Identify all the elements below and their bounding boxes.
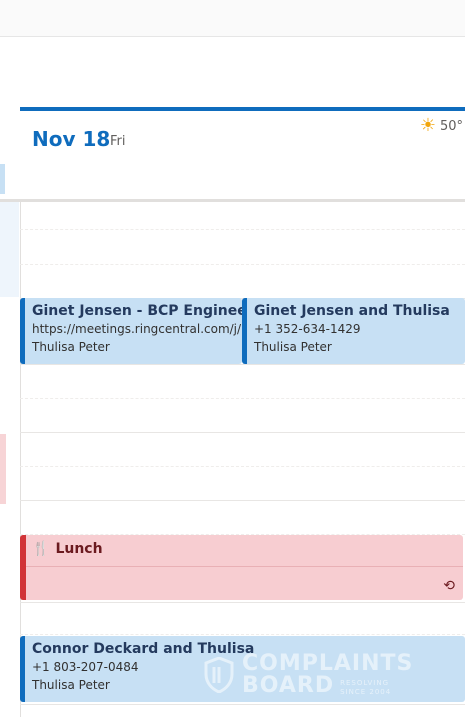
hour-line: [20, 432, 465, 433]
slot-line: [20, 634, 465, 635]
event-organizer: Thulisa Peter: [32, 340, 110, 354]
watermark-line2: BOARD: [242, 673, 335, 698]
temperature-label: 50°: [439, 118, 463, 134]
weather-indicator[interactable]: ☀ 50°: [420, 117, 463, 135]
previous-day-event[interactable]: [0, 434, 6, 504]
hour-line: [20, 602, 465, 603]
weekday-label: Fri: [110, 134, 126, 149]
event-location: +1 352-634-1429: [254, 322, 361, 336]
shield-logo-icon: [204, 657, 234, 693]
watermark-sub1: RESOLVING: [340, 679, 389, 687]
calendar-event[interactable]: Ginet Jensen and Thulisa +1 352-634-1429…: [242, 298, 465, 364]
event-organizer: Thulisa Peter: [254, 340, 332, 354]
lunch-event[interactable]: 🍴 Lunch ⟲: [20, 535, 463, 600]
slot-line: [20, 398, 465, 399]
complaints-board-watermark: COMPLAINTS BOARD RESOLVING SINCE 2004: [204, 653, 413, 697]
top-toolbar: [0, 0, 465, 37]
hour-line: [20, 500, 465, 501]
hour-line: [20, 704, 465, 705]
event-title: Ginet Jensen - BCP Engineer: [32, 303, 242, 319]
calendar-event[interactable]: Ginet Jensen - BCP Engineer https://meet…: [20, 298, 242, 364]
slot-line: [20, 264, 465, 265]
previous-day-shaded-slot: [0, 202, 19, 297]
slot-line: [20, 466, 465, 467]
watermark-sub2: SINCE 2004: [340, 688, 392, 696]
day-header[interactable]: Nov 18 Fri ☀ 50°: [20, 107, 465, 199]
hour-line: [20, 364, 465, 365]
event-title: Ginet Jensen and Thulisa: [254, 303, 450, 319]
previous-day-allday-event[interactable]: [0, 164, 5, 194]
sun-icon: ☀: [419, 115, 436, 136]
lunch-divider: [26, 566, 463, 567]
event-location: https://meetings.ringcentral.com/j/: [32, 322, 242, 336]
sync-off-icon: ⟲: [443, 578, 455, 594]
event-title: Lunch: [55, 541, 103, 557]
date-label: Nov 18: [32, 127, 111, 151]
slot-line: [20, 229, 465, 230]
fork-knife-icon: 🍴: [32, 541, 50, 557]
toolbar-spacer: [0, 37, 465, 107]
lunch-header: 🍴 Lunch: [32, 541, 103, 557]
watermark-line1: COMPLAINTS: [242, 651, 414, 676]
